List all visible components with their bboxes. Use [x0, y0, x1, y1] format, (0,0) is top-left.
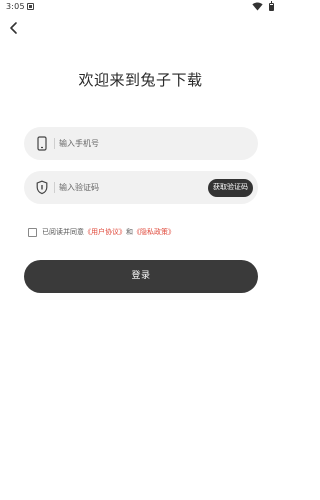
agreement-checkbox[interactable]: [28, 227, 37, 237]
get-code-button[interactable]: 获取验证码: [208, 179, 253, 197]
phone-field: [24, 127, 258, 160]
field-divider: [54, 182, 55, 193]
status-indicators: [252, 1, 274, 12]
notification-icon: [27, 3, 34, 10]
privacy-policy-link[interactable]: 《隐私政策》: [133, 227, 175, 237]
wifi-icon: [252, 2, 263, 11]
code-field: 获取验证码: [24, 171, 258, 204]
phone-icon: [37, 136, 47, 151]
shield-icon: [36, 180, 48, 195]
agreement-prefix: 已阅读并同意: [42, 228, 84, 236]
page-title: 欢迎来到兔子下载: [78, 71, 203, 89]
status-time: 3:05: [6, 2, 25, 11]
phone-input[interactable]: [59, 135, 209, 152]
verification-code-input[interactable]: [59, 179, 209, 196]
back-arrow-icon[interactable]: [6, 20, 22, 36]
agreement-conjunction: 和: [126, 228, 133, 236]
field-divider: [54, 138, 55, 149]
battery-icon: [269, 1, 274, 11]
agreement-row: 已阅读并同意 《用户协议》 和 《隐私政策》: [28, 226, 175, 238]
login-button[interactable]: 登录: [24, 260, 258, 293]
user-agreement-link[interactable]: 《用户协议》: [84, 227, 126, 237]
status-bar: 3:05: [0, 0, 281, 14]
